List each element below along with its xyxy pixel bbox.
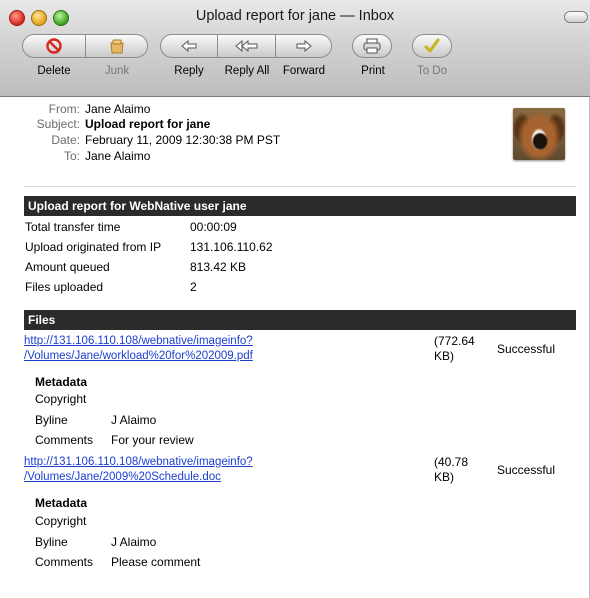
metadata-key: Byline — [35, 413, 68, 427]
metadata-copyright: Copyright — [35, 514, 111, 528]
report-title-bar: Upload report for WebNative user jane — [24, 196, 576, 216]
summary-row: Total transfer time 00:00:09 — [25, 220, 237, 235]
file-size-value: (772.64 — [434, 334, 475, 348]
file-size: (772.64 KB) — [434, 334, 475, 364]
reply-all-arrow-icon — [218, 34, 276, 58]
toolbar-toggle-button[interactable] — [564, 11, 588, 23]
summary-value: 00:00:09 — [190, 220, 237, 234]
delete-button[interactable]: Delete — [22, 34, 86, 77]
metadata-key: Byline — [35, 535, 68, 549]
printer-icon — [352, 34, 392, 58]
forward-button[interactable]: Forward — [276, 34, 332, 77]
todo-label: To Do — [416, 65, 448, 77]
reply-all-label: Reply All — [224, 65, 270, 77]
file-size-unit: KB) — [434, 349, 455, 363]
date-label: Date: — [51, 133, 80, 147]
sender-avatar — [513, 108, 565, 160]
subject-value: Upload report for jane — [85, 117, 211, 131]
file-link[interactable]: http://131.106.110.108/webnative/imagein… — [24, 334, 253, 364]
summary-key: Amount queued — [25, 260, 110, 274]
print-button[interactable]: Print — [352, 34, 392, 77]
file-size-unit: KB) — [434, 470, 455, 484]
metadata-key: Comments — [35, 555, 94, 569]
junk-button[interactable]: Junk — [86, 34, 148, 77]
metadata-value: J Alaimo — [111, 535, 157, 549]
window-titlebar: Upload report for jane — Inbox Delete Ju… — [0, 0, 590, 97]
file-link[interactable]: http://131.106.110.108/webnative/imagein… — [24, 455, 253, 485]
file-size: (40.78 KB) — [434, 455, 468, 485]
window-title: Upload report for jane — Inbox — [195, 8, 395, 24]
checkmark-icon — [412, 34, 452, 58]
file-status: Successful — [497, 463, 556, 477]
summary-key: Files uploaded — [25, 280, 104, 294]
file-status: Successful — [497, 342, 556, 356]
date-value: February 11, 2009 12:30:38 PM PST — [85, 133, 281, 147]
metadata-byline: Byline J Alaimo — [35, 535, 156, 549]
from-label: From: — [48, 102, 80, 116]
todo-button[interactable]: To Do — [412, 34, 452, 77]
to-value[interactable]: Jane Alaimo — [85, 149, 150, 163]
metadata-value: Please comment — [111, 555, 201, 569]
metadata-title: Metadata — [35, 496, 88, 510]
summary-key: Total transfer time — [25, 220, 121, 234]
from-value[interactable]: Jane Alaimo — [85, 102, 150, 116]
summary-key: Upload originated from IP — [25, 240, 162, 254]
file-link-line[interactable]: http://131.106.110.108/webnative/imagein… — [24, 455, 253, 470]
metadata-value: For your review — [111, 433, 194, 447]
metadata-comments: Comments Please comment — [35, 555, 200, 569]
metadata-key: Copyright — [35, 514, 87, 528]
subject-label: Subject: — [36, 117, 80, 131]
reply-label: Reply — [174, 65, 204, 77]
metadata-comments: Comments For your review — [35, 433, 194, 447]
subject-row: Subject: Upload report for jane — [0, 117, 211, 132]
metadata-value: J Alaimo — [111, 413, 157, 427]
message-header: From: Jane Alaimo Subject: Upload report f… — [0, 97, 590, 179]
no-entry-icon — [22, 34, 86, 58]
date-row: Date: February 11, 2009 12:30:38 PM PST — [0, 133, 280, 148]
metadata-key: Comments — [35, 433, 94, 447]
file-link-line[interactable]: /Volumes/Jane/2009%20Schedule.doc — [24, 470, 253, 485]
reply-button[interactable]: Reply — [160, 34, 218, 77]
files-title-bar: Files — [24, 310, 576, 330]
forward-label: Forward — [282, 65, 326, 77]
metadata-byline: Byline J Alaimo — [35, 413, 156, 427]
summary-value: 813.42 KB — [190, 260, 247, 274]
summary-value: 2 — [190, 280, 197, 294]
delete-label: Delete — [37, 65, 71, 77]
file-size-value: (40.78 — [434, 455, 469, 469]
junk-label: Junk — [104, 65, 130, 77]
reply-arrow-icon — [160, 34, 218, 58]
file-link-line[interactable]: /Volumes/Jane/workload%20for%202009.pdf — [24, 349, 253, 364]
summary-value: 131.106.110.62 — [190, 240, 273, 254]
from-row: From: Jane Alaimo — [0, 102, 151, 117]
summary-row: Amount queued 813.42 KB — [25, 260, 246, 275]
summary-row: Upload originated from IP 131.106.110.62 — [25, 240, 273, 255]
metadata-title: Metadata — [35, 375, 88, 389]
junk-bag-icon — [86, 34, 148, 58]
file-link-line[interactable]: http://131.106.110.108/webnative/imagein… — [24, 334, 253, 349]
summary-row: Files uploaded 2 — [25, 280, 197, 295]
metadata-key: Copyright — [35, 392, 87, 406]
header-separator — [24, 186, 576, 187]
forward-arrow-icon — [276, 34, 332, 58]
print-label: Print — [361, 65, 385, 77]
to-row: To: Jane Alaimo — [0, 149, 150, 164]
metadata-copyright: Copyright — [35, 392, 111, 406]
to-label: To: — [63, 149, 80, 163]
reply-all-button[interactable]: Reply All — [218, 34, 276, 77]
